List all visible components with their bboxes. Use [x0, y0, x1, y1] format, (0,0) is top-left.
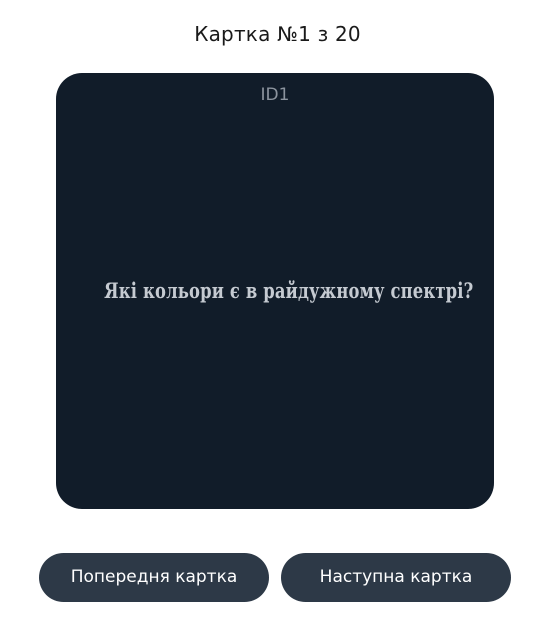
- card-counter: Картка №1 з 20: [194, 22, 361, 46]
- card-id-label: ID1: [260, 85, 290, 105]
- next-card-button[interactable]: Наступна картка: [281, 553, 511, 602]
- flashcard[interactable]: ID1 Які кольори є в райдужному спектрі?: [56, 73, 494, 509]
- previous-card-button[interactable]: Попередня картка: [39, 553, 269, 602]
- card-question: Які кольори є в райдужному спектрі?: [104, 278, 474, 303]
